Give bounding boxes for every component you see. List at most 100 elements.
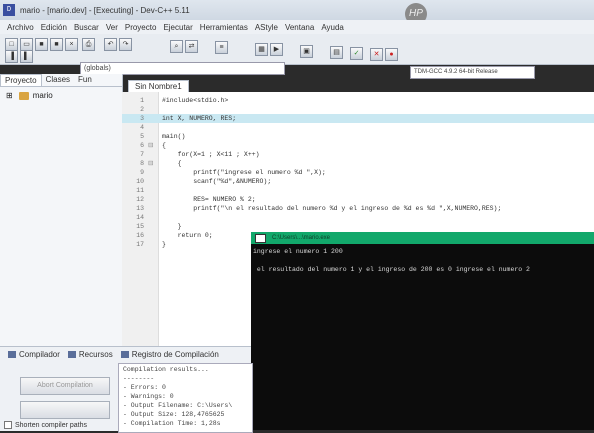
console-line: el resultado del numero 1 y el ingreso d… <box>253 266 530 273</box>
abort-compilation-button[interactable]: Abort Compilation <box>20 377 110 395</box>
code-text: return 0; <box>162 232 213 239</box>
check-icon[interactable]: ✓ <box>350 47 363 60</box>
tab-fun[interactable]: Fun <box>74 74 96 86</box>
compiler-select[interactable]: TDM-GCC 4.9.2 64-bit Release <box>410 66 535 79</box>
code-text: scanf("%d",&NUMERO); <box>162 178 272 185</box>
save-all-icon[interactable]: ■ <box>50 38 63 51</box>
line-number: 9 <box>140 169 144 176</box>
code-line[interactable]: 11 <box>122 186 594 195</box>
code-text: } <box>162 241 166 248</box>
bottom-tabs: Compilador Recursos Registro de Compilac… <box>0 347 251 361</box>
file-tab[interactable]: Sin Nombre1 <box>128 80 189 92</box>
code-line[interactable]: 9 printf("ingrese el numero %d ",X); <box>122 168 594 177</box>
replace-icon[interactable]: ⇄ <box>185 40 198 53</box>
save-icon[interactable]: ■ <box>35 38 48 51</box>
shorten-paths-label: Shorten compiler paths <box>15 421 87 429</box>
project-tree-item[interactable]: ⊞ mario <box>6 91 122 100</box>
menu-astyle[interactable]: AStyle <box>255 23 278 32</box>
compile-run-icon[interactable]: ▣ <box>300 45 313 58</box>
tab-clases[interactable]: Clases <box>42 74 74 86</box>
shorten-paths-checkbox[interactable]: Shorten compiler paths <box>4 421 87 429</box>
line-number: 13 <box>136 205 144 212</box>
line-number: 5 <box>140 133 144 140</box>
debug-icon[interactable]: ● <box>385 48 398 61</box>
undo-icon[interactable]: ↶ <box>104 38 117 51</box>
code-line[interactable]: 10 scanf("%d",&NUMERO); <box>122 177 594 186</box>
code-line[interactable]: 3 int X, NUMERO, RES; <box>122 114 594 123</box>
tab-compilador-label: Compilador <box>19 349 60 359</box>
menu-edicion[interactable]: Edición <box>41 23 67 32</box>
bottom-panel: Compilador Recursos Registro de Compilac… <box>0 346 253 433</box>
redo-icon[interactable]: ↷ <box>119 38 132 51</box>
output-line: - Compilation Time: 1,28s <box>123 420 221 427</box>
project-name: mario <box>32 91 53 100</box>
menu-proyecto[interactable]: Proyecto <box>125 23 157 32</box>
options-button[interactable] <box>20 401 110 419</box>
code-text: #include<stdio.h> <box>162 97 229 104</box>
rebuild-icon[interactable]: ▤ <box>330 46 343 59</box>
fold-marker-icon[interactable]: ⊟ <box>148 141 153 150</box>
console-title: C:\Users\...\mario.exe <box>272 235 331 241</box>
code-line[interactable]: 6 ⊟ { <box>122 141 594 150</box>
code-text: } <box>162 223 182 230</box>
console-line: ingrese el numero 1 200 <box>253 248 343 255</box>
checkbox-box[interactable] <box>4 421 12 429</box>
output-line: - Warnings: 0 <box>123 393 174 400</box>
toggle-panel-icon[interactable]: ▐ <box>5 50 18 63</box>
fold-marker-icon[interactable]: ⊟ <box>148 159 153 168</box>
console-title-bar: C:\Users\...\mario.exe <box>251 232 594 244</box>
tab-compilador[interactable]: Compilador <box>8 350 60 359</box>
compile-output[interactable]: Compilation results... -------- - Errors… <box>118 363 253 433</box>
code-line[interactable]: 8 ⊟ { <box>122 159 594 168</box>
line-number: 1 <box>140 97 144 104</box>
window-title: mario - [mario.dev] - [Executing] - Dev-… <box>20 5 190 15</box>
code-line[interactable]: 1 #include<stdio.h> <box>122 96 594 105</box>
tab-registro-label: Registro de Compilación <box>131 349 219 359</box>
code-line[interactable]: 12 RES= NUMERO % 2; <box>122 195 594 204</box>
line-number: 12 <box>136 196 144 203</box>
code-line[interactable]: 2 <box>122 105 594 114</box>
expand-icon[interactable]: ⊞ <box>6 91 13 100</box>
code-text: { <box>162 160 182 167</box>
title-bar: D mario - [mario.dev] - [Executing] - De… <box>0 0 594 25</box>
console-window[interactable]: C:\Users\...\mario.exe ingrese el numero… <box>251 232 594 430</box>
code-line[interactable]: 5 main() <box>122 132 594 141</box>
close-file-icon[interactable]: × <box>65 38 78 51</box>
class-browser-icon[interactable]: ▌ <box>20 50 33 63</box>
code-text: printf("ingrese el numero %d ",X); <box>162 169 326 176</box>
run-icon[interactable]: ▶ <box>270 43 283 56</box>
toolbar: □ ▭ ■ ■ × ⎙ ↶ ↷ ⌕ ⇄ ≡ ▦ ▶ ▣ ▤ ✓ ✕ ● <box>0 34 594 65</box>
find-icon[interactable]: ⌕ <box>170 40 183 53</box>
line-number: 16 <box>136 232 144 239</box>
tab-proyecto[interactable]: Proyecto <box>0 74 42 86</box>
tab-registro[interactable]: Registro de Compilación <box>120 349 219 359</box>
indent-icon[interactable]: ≡ <box>215 41 228 54</box>
code-line[interactable]: 14 <box>122 213 594 222</box>
line-number: 2 <box>140 106 144 113</box>
project-panel: Proyecto Clases Fun ⊞ mario <box>0 74 123 364</box>
menu-ver[interactable]: Ver <box>106 23 118 32</box>
compile-icon[interactable]: ▦ <box>255 43 268 56</box>
code-line[interactable]: 7 for(X=1 ; X<11 ; X++) <box>122 150 594 159</box>
tab-recursos[interactable]: Recursos <box>67 350 113 359</box>
line-number: 4 <box>140 124 144 131</box>
print-icon[interactable]: ⎙ <box>82 38 95 51</box>
stop-icon[interactable]: ✕ <box>370 48 383 61</box>
menu-archivo[interactable]: Archivo <box>7 23 34 32</box>
code-line[interactable]: 15 } <box>122 222 594 231</box>
menu-ejecutar[interactable]: Ejecutar <box>163 23 192 32</box>
chart-icon <box>120 350 129 358</box>
code-line[interactable]: 13 printf("\n el resultado del numero %d… <box>122 204 594 213</box>
menu-ayuda[interactable]: Ayuda <box>321 23 344 32</box>
menu-bar: Archivo Edición Buscar Ver Proyecto Ejec… <box>0 20 594 34</box>
line-number: 3 <box>140 115 144 122</box>
code-line[interactable]: 4 <box>122 123 594 132</box>
menu-herramientas[interactable]: Herramientas <box>200 23 248 32</box>
output-line: - Errors: 0 <box>123 384 166 391</box>
code-text: { <box>162 142 166 149</box>
menu-buscar[interactable]: Buscar <box>74 23 99 32</box>
line-number: 15 <box>136 223 144 230</box>
code-text: main() <box>162 133 186 140</box>
menu-ventana[interactable]: Ventana <box>285 23 314 32</box>
code-text: printf("\n el resultado del numero %d y … <box>162 205 502 212</box>
